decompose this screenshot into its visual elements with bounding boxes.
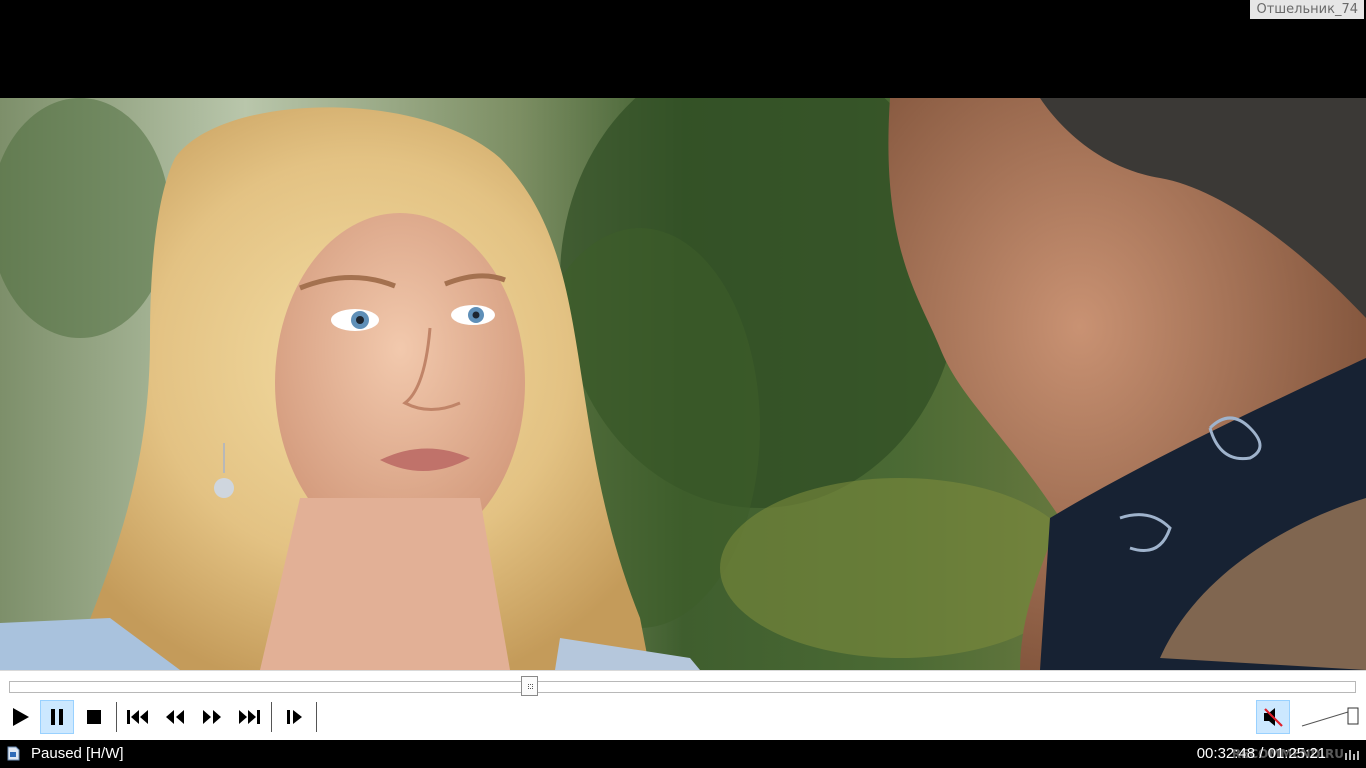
stats-icon bbox=[1345, 750, 1359, 760]
playback-state: Paused [H/W] bbox=[31, 745, 124, 762]
video-frame[interactable] bbox=[0, 98, 1366, 670]
rewind-button[interactable] bbox=[158, 700, 192, 734]
mute-button[interactable] bbox=[1256, 700, 1290, 734]
previous-button[interactable] bbox=[121, 700, 155, 734]
rewind-icon bbox=[166, 710, 184, 724]
fast-forward-button[interactable] bbox=[195, 700, 229, 734]
fast-forward-icon bbox=[203, 710, 221, 724]
separator bbox=[116, 702, 117, 732]
controls-panel bbox=[0, 670, 1366, 740]
media-player-window: Отшельник_74 Paused [H/W] 00:32:48 / 01:… bbox=[0, 0, 1366, 768]
stop-icon bbox=[87, 710, 101, 724]
separator bbox=[271, 702, 272, 732]
play-icon bbox=[13, 708, 29, 726]
volume-slider[interactable] bbox=[1300, 704, 1360, 728]
frame-step-icon bbox=[287, 710, 302, 724]
muted-speaker-icon bbox=[1264, 708, 1283, 727]
skip-next-icon bbox=[239, 710, 260, 724]
next-button[interactable] bbox=[232, 700, 266, 734]
play-button[interactable] bbox=[3, 700, 37, 734]
pause-button[interactable] bbox=[40, 700, 74, 734]
site-watermark: RECOMMEND.RU bbox=[1231, 747, 1344, 761]
separator bbox=[316, 702, 317, 732]
user-watermark: Отшельник_74 bbox=[1250, 0, 1364, 19]
seek-bar[interactable] bbox=[9, 681, 1356, 693]
seek-thumb[interactable] bbox=[520, 676, 538, 696]
file-icon bbox=[7, 746, 20, 761]
video-viewport[interactable]: Отшельник_74 bbox=[0, 0, 1366, 670]
stop-button[interactable] bbox=[77, 700, 111, 734]
pause-icon bbox=[51, 709, 63, 725]
status-bar: Paused [H/W] 00:32:48 / 01:25:21 RECOMME… bbox=[0, 740, 1366, 768]
skip-previous-icon bbox=[127, 710, 148, 724]
video-frame-image bbox=[0, 98, 1366, 670]
frame-step-button[interactable] bbox=[278, 700, 312, 734]
